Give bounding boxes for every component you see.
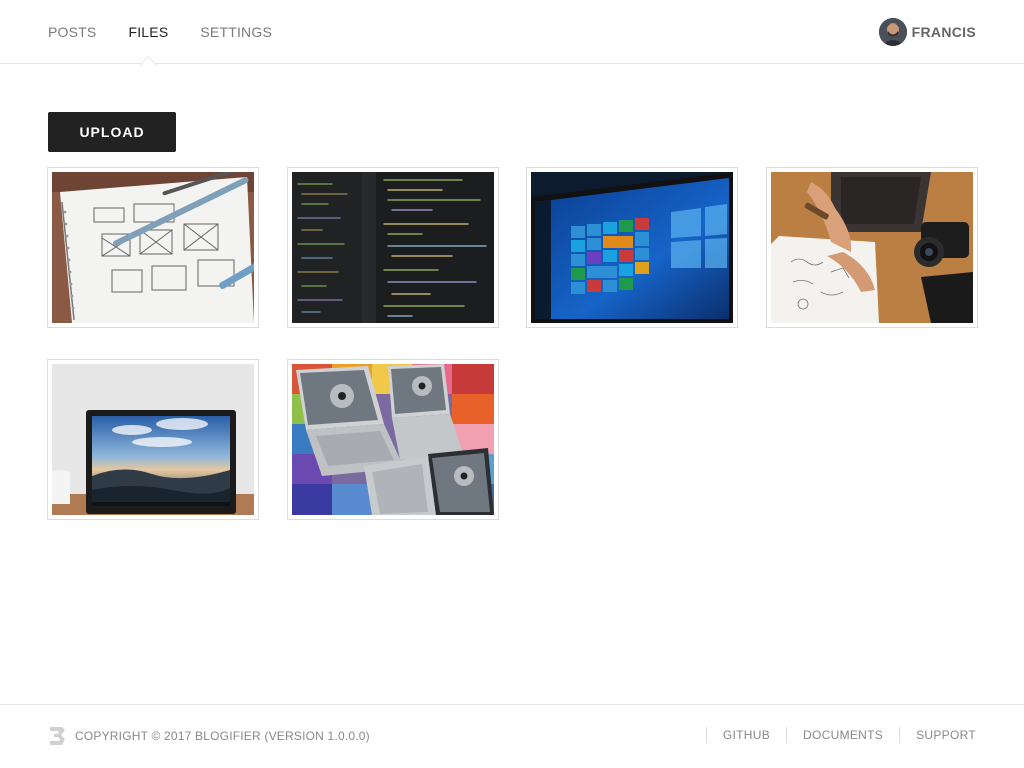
main-nav: POSTS FILES SETTINGS [48,0,304,64]
nav-item-files[interactable]: FILES [128,0,168,64]
footer-link-support[interactable]: SUPPORT [899,727,976,743]
surface-laptops-image[interactable] [287,359,499,520]
laptop-landscape-wallpaper-image[interactable] [47,359,259,520]
user-name: FRANCIS [911,24,976,40]
desk-notebook-camera-image[interactable] [766,167,978,328]
top-navigation-bar: POSTS FILES SETTINGS FRANCIS [0,0,1024,64]
footer-links: GITHUB DOCUMENTS SUPPORT [705,727,976,743]
nav-item-settings[interactable]: SETTINGS [200,0,272,64]
copyright-text: COPYRIGHT © 2017 BLOGIFIER (VERSION 1.0.… [75,729,370,743]
nav-item-posts[interactable]: POSTS [48,0,96,64]
footer-link-documents[interactable]: DOCUMENTS [786,727,883,743]
windows-tablet-image[interactable] [526,167,738,328]
code-editor-image[interactable] [287,167,499,328]
user-menu[interactable]: FRANCIS [878,18,976,46]
upload-button[interactable]: UPLOAD [48,112,176,152]
blogifier-logo-icon [48,726,66,746]
footer-link-github[interactable]: GITHUB [705,727,770,743]
footer: COPYRIGHT © 2017 BLOGIFIER (VERSION 1.0.… [0,704,1024,768]
wireframe-sketch-image[interactable] [47,167,259,328]
user-avatar-icon [878,18,907,46]
